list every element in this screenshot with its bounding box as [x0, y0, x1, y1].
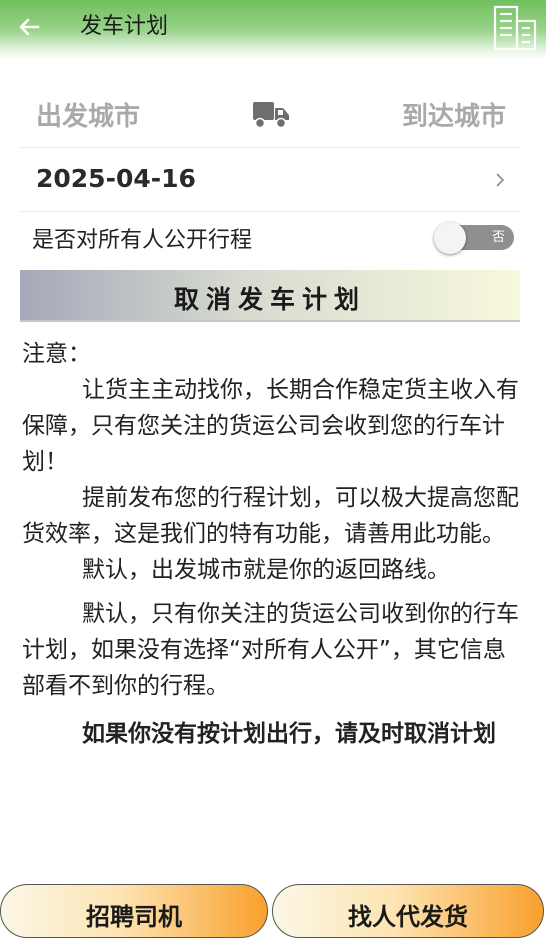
date-selector[interactable]: 2025-04-16: [20, 148, 520, 212]
truck-icon: [253, 102, 289, 129]
trip-date: 2025-04-16: [36, 164, 196, 193]
public-trip-label: 是否对所有人公开行程: [32, 228, 253, 253]
toggle-state-text: 否: [492, 230, 506, 245]
back-button[interactable]: [14, 10, 44, 44]
arrow-left-icon: [19, 18, 40, 36]
company-button[interactable]: [490, 4, 540, 52]
toggle-knob: [434, 222, 466, 254]
route-selector: 出发城市 到达城市: [20, 84, 520, 148]
notice-paragraph: 默认，只有你关注的货运公司收到你的行车计划，如果没有选择“对所有人公开”，其它信…: [22, 601, 519, 699]
find-shipper-label: 找人代发货: [348, 903, 468, 931]
app-header: 发车计划: [0, 0, 546, 60]
recruit-driver-button[interactable]: 招聘司机: [0, 884, 268, 938]
building-icon: [493, 5, 537, 51]
chevron-right-icon: [496, 173, 505, 187]
notice-paragraph: 让货主主动找你，长期合作稳定货主收入有保障，只有您关注的货运公司会收到您的行车计…: [22, 377, 519, 475]
notice-paragraph: 提前发布您的行程计划，可以极大提高您配货效率，这是我们的特有功能，请善用此功能。: [22, 485, 519, 547]
page-title: 发车计划: [80, 14, 169, 39]
find-shipper-button[interactable]: 找人代发货: [272, 884, 544, 938]
notice-emphasis: 如果你没有按计划出行，请及时取消计划: [82, 721, 496, 747]
notice-paragraph: 默认，出发城市就是你的返回路线。: [82, 557, 450, 583]
notice-section: 注意： 让货主主动找你，长期合作稳定货主收入有保障，只有您关注的货运公司会收到您…: [22, 336, 522, 752]
notice-heading: 注意：: [22, 341, 91, 367]
cancel-plan-button[interactable]: 取消发车计划: [20, 270, 520, 322]
public-trip-row: 是否对所有人公开行程 否: [20, 212, 520, 266]
departure-city-field[interactable]: 出发城市: [36, 96, 140, 133]
recruit-driver-label: 招聘司机: [86, 903, 182, 931]
arrival-city-field[interactable]: 到达城市: [402, 96, 506, 133]
cancel-plan-label: 取消发车计划: [173, 285, 366, 314]
public-trip-toggle[interactable]: 否: [434, 222, 514, 254]
